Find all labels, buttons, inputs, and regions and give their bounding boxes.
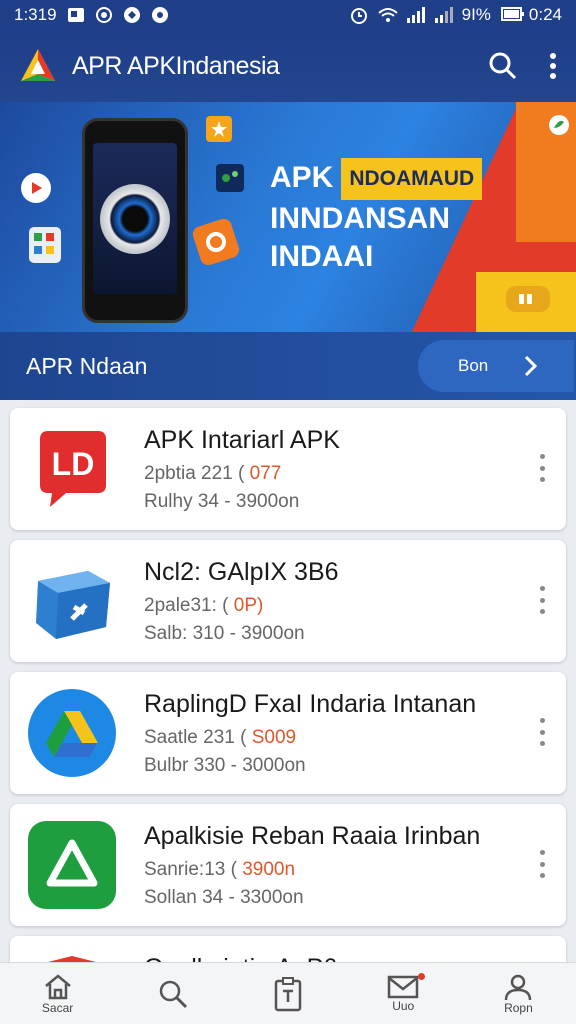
home-icon: [44, 973, 71, 999]
status-time-left: 1:319: [14, 5, 57, 24]
app-meta: 2pale31: ( 0P): [144, 594, 264, 616]
more-vertical-icon[interactable]: [548, 51, 558, 81]
app-size: Rulhy 34 - 3900on: [144, 490, 300, 512]
list-item[interactable]: RaplingD FxaI Indaria Intanan Saatle 231…: [10, 672, 566, 794]
banner-headline-line2: INNDANSAN: [270, 202, 450, 235]
app-bar: APR APKIndanesia: [0, 30, 576, 102]
list-item[interactable]: Ncl2: GAlpIX 3B6 2pale31: ( 0P) Salb: 31…: [10, 540, 566, 662]
app-size: Salb: 310 - 3900on: [144, 622, 305, 644]
star-icon: [206, 116, 232, 142]
leaf-icon: [549, 115, 569, 135]
battery-icon: [500, 6, 524, 24]
app-size: Sollan 34 - 3300on: [144, 886, 304, 908]
list-item[interactable]: LD APK Intariarl APK 2pbtia 221 ( 077 Ru…: [10, 408, 566, 530]
nav-label: Uuo: [392, 998, 415, 1013]
red-chat-icon: LD: [28, 425, 116, 513]
nav-item-search[interactable]: [115, 963, 230, 1024]
more-vertical-icon[interactable]: [532, 712, 552, 752]
banner-headline-line3: INDAAI: [270, 240, 374, 273]
drive-triangle-icon: [28, 689, 116, 777]
more-vertical-icon[interactable]: [532, 448, 552, 488]
phone-illustration: [82, 118, 188, 323]
status-time-right: 0:24: [528, 5, 562, 24]
blue-box-icon: [28, 557, 116, 645]
app-name: Apalkisie Reban Raaia Irinban: [144, 821, 481, 850]
banner-toggle-icon: [506, 286, 550, 312]
banner-headline: APK NDOAMAUD INNDANSAN INDAAI: [270, 158, 483, 276]
app-meta: Sanrie:13 ( 3900n: [144, 858, 296, 880]
camera-status-icon: [151, 6, 169, 24]
search-icon[interactable]: [488, 51, 518, 81]
profile-icon: [505, 974, 532, 1000]
banner-headline-line1: APK: [270, 160, 334, 194]
green-app-icon: [28, 821, 116, 909]
chevron-right-icon: [525, 355, 538, 377]
signal-2-icon: [434, 6, 453, 24]
clipboard-icon: [274, 976, 302, 1011]
camera-lens-icon: [100, 183, 170, 254]
grid-app-icon: [29, 227, 61, 263]
game-icon: [216, 164, 244, 192]
wifi-icon: [377, 6, 398, 24]
bottom-nav: Sacar Uuo Ropn: [0, 962, 576, 1024]
app-list: LD APK Intariarl APK 2pbtia 221 ( 077 Ru…: [10, 408, 566, 1016]
app-logo-icon: [21, 49, 55, 81]
promo-strip: APR Ndaan Bon: [0, 332, 576, 400]
nav-label: Ropn: [504, 1000, 533, 1015]
app-name: Ncl2: GAlpIX 3B6: [144, 557, 339, 586]
hero-banner[interactable]: APK NDOAMAUD INNDANSAN INDAAI: [0, 102, 576, 332]
more-vertical-icon[interactable]: [532, 844, 552, 884]
signal-icon: [406, 6, 425, 24]
more-vertical-icon[interactable]: [532, 580, 552, 620]
promo-cta-button[interactable]: Bon: [418, 340, 574, 392]
nav-item-mail[interactable]: Uuo: [346, 963, 461, 1024]
nav-item-clipboard[interactable]: [230, 963, 345, 1024]
app-size: Bulbr 330 - 3000on: [144, 754, 306, 776]
mail-icon: [387, 975, 419, 998]
promo-cta-label: Bon: [458, 356, 489, 375]
app-meta: 2pbtia 221 ( 077: [144, 462, 282, 484]
nav-item-home[interactable]: Sacar: [0, 963, 115, 1024]
promo-label: APR Ndaan: [26, 352, 148, 379]
list-item[interactable]: Apalkisie Reban Raaia Irinban Sanrie:13 …: [10, 804, 566, 926]
alarm-icon: [350, 6, 368, 24]
app-title: APR APKIndanesia: [72, 51, 280, 80]
banner-tag: NDOAMAUD: [341, 158, 483, 200]
play-icon: [21, 173, 51, 203]
notification-badge: [417, 973, 425, 980]
orange-app-icon: [192, 218, 240, 266]
app-name: APK Intariarl APK: [144, 425, 340, 454]
app-meta: Saatle 231 ( S009: [144, 726, 297, 748]
status-bar: 1:319 9I% 0:24: [0, 0, 576, 30]
app-name: RaplingD FxaI Indaria Intanan: [144, 689, 477, 718]
nav-label: Sacar: [41, 1000, 74, 1015]
target-icon: [95, 6, 113, 24]
nav-item-profile[interactable]: Ropn: [461, 963, 576, 1024]
notification-icon: [67, 6, 85, 24]
battery-percent: 9I%: [461, 5, 491, 24]
shield-status-icon: [123, 6, 141, 24]
search-icon: [159, 980, 187, 1008]
svg-text:LD: LD: [52, 446, 95, 482]
